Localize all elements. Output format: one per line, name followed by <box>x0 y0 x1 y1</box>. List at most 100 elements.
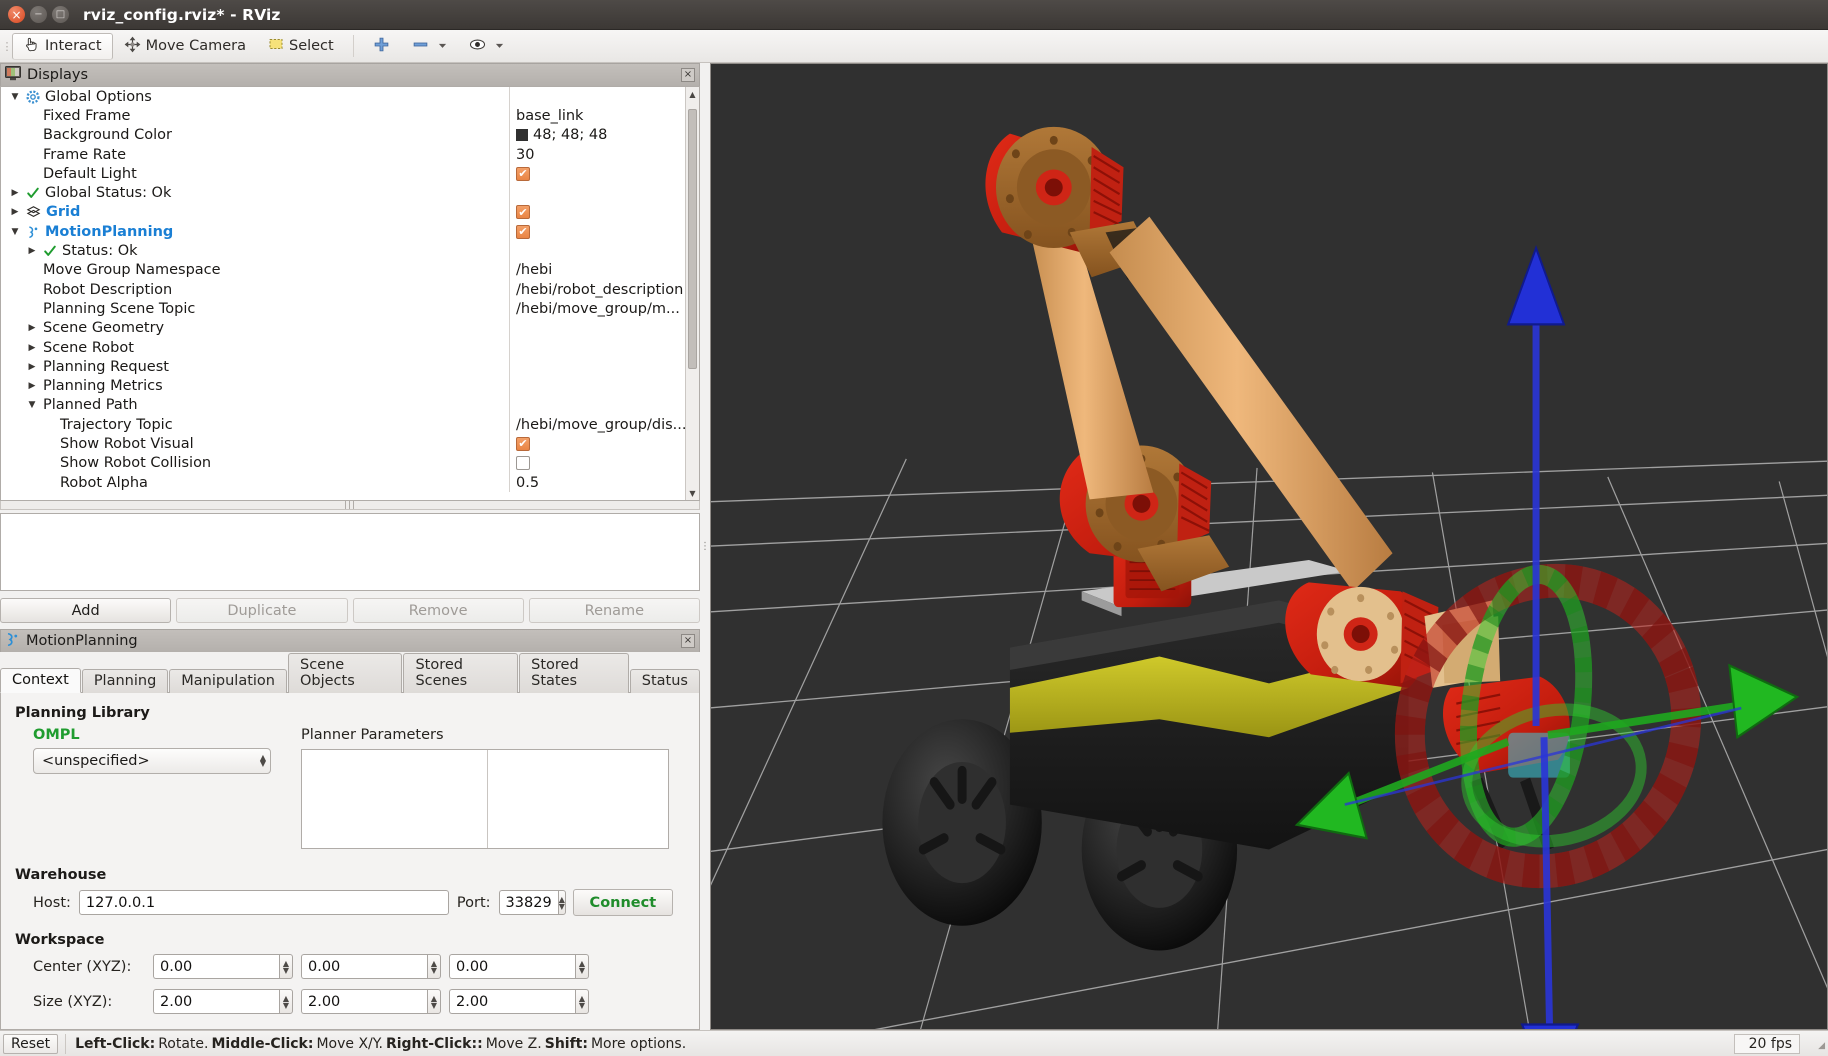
chevron-right-icon[interactable]: ▶ <box>26 323 38 333</box>
tab-stored-states[interactable]: Stored States <box>519 653 629 693</box>
3d-viewport[interactable]: ◀ ▶ <box>710 63 1828 1030</box>
stepper-arrows[interactable]: ▲▼ <box>575 954 589 979</box>
host-input[interactable]: 127.0.0.1 <box>79 890 449 915</box>
tool-select-button[interactable]: Select <box>257 33 345 60</box>
add-button[interactable]: Add <box>0 598 171 623</box>
display-tree-row[interactable]: ▼Planned Path <box>1 396 685 415</box>
display-tree-row[interactable]: ▶Global Status: Ok <box>1 183 685 202</box>
display-tree-row[interactable]: ▼Global Options <box>1 87 685 106</box>
chevron-right-icon[interactable]: ▶ <box>9 188 21 198</box>
display-tree-row[interactable]: ▶Move Group Namespace/hebi <box>1 261 685 280</box>
display-tree-row[interactable]: ▶Scene Geometry <box>1 319 685 338</box>
workspace-size-x-stepper[interactable]: 2.00 ▲▼ <box>153 989 293 1014</box>
workspace-size-y-stepper[interactable]: 2.00 ▲▼ <box>301 989 441 1014</box>
displays-tree-scrollbar[interactable]: ▲ ▼ <box>685 87 699 500</box>
stepper-arrows[interactable]: ▲▼ <box>427 954 441 979</box>
tool-views-button[interactable] <box>458 33 515 60</box>
display-tree-row[interactable]: ▶Show Robot Collision✔ <box>1 454 685 473</box>
chevron-down-icon[interactable]: ▼ <box>9 92 21 102</box>
display-tree-row-value[interactable]: 0.5 <box>509 473 685 492</box>
workspace-size-z-stepper[interactable]: 2.00 ▲▼ <box>449 989 589 1014</box>
display-tree-row[interactable]: ▶Grid✔ <box>1 203 685 222</box>
display-tree-row-value[interactable]: ✔ <box>509 203 685 222</box>
display-tree-row-value[interactable]: /hebi/robot_description <box>509 280 685 299</box>
motion-planning-panel-close-button[interactable]: × <box>681 634 695 648</box>
tab-stored-scenes[interactable]: Stored Scenes <box>403 653 518 693</box>
stepper-arrows[interactable]: ▲▼ <box>427 989 441 1014</box>
tab-context[interactable]: Context <box>0 668 81 693</box>
toolbar-grip[interactable]: ⋮ <box>2 30 12 62</box>
display-tree-row[interactable]: ▶Robot Alpha0.5 <box>1 473 685 492</box>
stepper-arrows[interactable]: ▲▼ <box>279 989 293 1014</box>
display-tree-row-value[interactable]: base_link <box>509 106 685 125</box>
connect-button[interactable]: Connect <box>573 889 674 916</box>
display-tree-row-value[interactable]: 30 <box>509 145 685 164</box>
display-tree-row-value[interactable]: ✔ <box>509 434 685 453</box>
tab-planning[interactable]: Planning <box>82 669 168 693</box>
display-tree-row-value[interactable]: /hebi/move_group/dis... <box>509 415 685 434</box>
tab-scene-objects[interactable]: Scene Objects <box>288 653 402 693</box>
display-tree-row[interactable]: ▼MotionPlanning✔ <box>1 222 685 241</box>
tool-add-button[interactable] <box>362 33 401 60</box>
planner-select[interactable]: <unspecified> ▲▼ <box>33 748 271 774</box>
chevron-right-icon[interactable]: ▶ <box>26 381 38 391</box>
chevron-down-icon[interactable] <box>495 39 504 54</box>
checkbox-off[interactable]: ✔ <box>516 456 530 470</box>
checkbox-on[interactable]: ✔ <box>516 167 530 181</box>
workspace-center-y-stepper[interactable]: 0.00 ▲▼ <box>301 954 441 979</box>
display-tree-row-value[interactable]: /hebi <box>509 261 685 280</box>
display-tree-row[interactable]: ▶Show Robot Visual✔ <box>1 434 685 453</box>
tool-remove-button[interactable] <box>401 33 458 60</box>
display-tree-row-value[interactable]: ✔ <box>509 454 685 473</box>
port-stepper-arrows[interactable]: ▲▼ <box>558 890 566 915</box>
checkbox-on[interactable]: ✔ <box>516 205 530 219</box>
workspace-center-x-stepper[interactable]: 0.00 ▲▼ <box>153 954 293 979</box>
chevron-right-icon[interactable]: ▶ <box>26 246 38 256</box>
checkbox-on[interactable]: ✔ <box>516 437 530 451</box>
scrollbar-thumb[interactable] <box>688 109 697 369</box>
display-tree-row-value[interactable]: ✔ <box>509 164 685 183</box>
display-tree-row[interactable]: ▶Default Light✔ <box>1 164 685 183</box>
display-tree-row[interactable]: ▶Robot Description/hebi/robot_descriptio… <box>1 280 685 299</box>
displays-panel-close-button[interactable]: × <box>681 68 695 82</box>
resize-grip-icon[interactable]: ◢ <box>1811 1037 1825 1051</box>
tab-manipulation[interactable]: Manipulation <box>169 669 287 693</box>
planner-parameters-table[interactable] <box>301 749 669 849</box>
display-tree-row[interactable]: ▶Status: Ok <box>1 241 685 260</box>
display-tree-row[interactable]: ▶Planning Scene Topic/hebi/move_group/m.… <box>1 299 685 318</box>
stepper-arrows[interactable]: ▲▼ <box>575 989 589 1014</box>
display-tree-row[interactable]: ▶Planning Request <box>1 357 685 376</box>
chevron-down-icon[interactable]: ▼ <box>26 400 38 410</box>
scroll-up-icon[interactable]: ▲ <box>686 87 699 101</box>
display-tree-row[interactable]: ▶Trajectory Topic/hebi/move_group/dis... <box>1 415 685 434</box>
display-tree-row[interactable]: ▶Scene Robot <box>1 338 685 357</box>
displays-splitter-handle[interactable]: ||| <box>0 501 700 510</box>
chevron-right-icon[interactable]: ▶ <box>26 343 38 353</box>
chevron-down-icon[interactable]: ▼ <box>9 227 21 237</box>
maximize-window-button[interactable]: □ <box>52 6 69 23</box>
display-tree-row-value[interactable]: ✔ <box>509 222 685 241</box>
dock-splitter[interactable]: ⋮ <box>700 63 710 1030</box>
scroll-down-icon[interactable]: ▼ <box>686 486 699 500</box>
display-tree-row-value[interactable]: /hebi/move_group/m... <box>509 299 685 318</box>
chevron-right-icon[interactable]: ▶ <box>26 362 38 372</box>
displays-tree[interactable]: ▼Global Options▶Fixed Framebase_link▶Bac… <box>1 87 685 500</box>
display-tree-row[interactable]: ▶Frame Rate30 <box>1 145 685 164</box>
tab-status[interactable]: Status <box>630 669 700 693</box>
display-tree-row[interactable]: ▶Fixed Framebase_link <box>1 106 685 125</box>
port-stepper[interactable]: 33829 ▲▼ <box>499 890 565 915</box>
color-swatch[interactable] <box>516 129 528 141</box>
display-tree-row[interactable]: ▶Planning Metrics <box>1 376 685 395</box>
display-tree-row-value[interactable]: 48; 48; 48 <box>509 126 685 145</box>
minimize-window-button[interactable]: − <box>30 6 47 23</box>
close-window-button[interactable]: × <box>8 6 25 23</box>
chevron-right-icon[interactable]: ▶ <box>9 207 21 217</box>
display-tree-row[interactable]: ▶Background Color48; 48; 48 <box>1 126 685 145</box>
chevron-down-icon[interactable] <box>438 39 447 54</box>
reset-button[interactable]: Reset <box>3 1034 58 1054</box>
stepper-arrows[interactable]: ▲▼ <box>279 954 293 979</box>
tool-move-camera-button[interactable]: Move Camera <box>113 33 257 60</box>
checkbox-on[interactable]: ✔ <box>516 225 530 239</box>
tool-interact-button[interactable]: Interact <box>12 33 113 60</box>
workspace-center-z-stepper[interactable]: 0.00 ▲▼ <box>449 954 589 979</box>
